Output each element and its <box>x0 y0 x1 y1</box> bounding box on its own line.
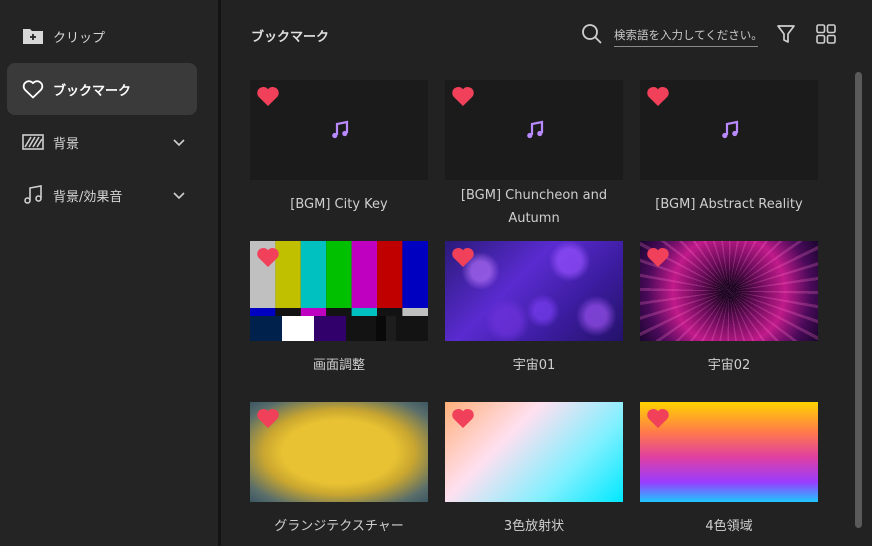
thumbnail[interactable] <box>445 241 623 341</box>
chevron-down-icon[interactable] <box>171 187 187 203</box>
card-caption: [BGM] Chuncheon and Autumn <box>460 188 608 226</box>
thumbnail[interactable] <box>640 402 818 502</box>
thumbnail[interactable] <box>445 80 623 180</box>
music-note-icon <box>527 120 544 139</box>
sidebar-item-clips[interactable]: クリップ <box>7 10 197 62</box>
folder-plus-icon <box>23 29 43 44</box>
heart-icon[interactable] <box>256 246 280 268</box>
thumbnail[interactable] <box>640 80 818 180</box>
heart-icon[interactable] <box>646 246 670 268</box>
search-input[interactable] <box>614 24 758 47</box>
media-card[interactable]: [BGM] City Key <box>250 80 428 212</box>
grid-view-icon[interactable] <box>815 23 837 45</box>
heart-icon[interactable] <box>256 407 280 429</box>
thumbnail[interactable] <box>250 241 428 341</box>
media-card[interactable]: 4色領域 <box>640 402 818 542</box>
card-caption: 4色領域 <box>705 519 753 534</box>
music-note-icon <box>722 120 739 139</box>
thumbnail[interactable] <box>640 241 818 341</box>
media-card[interactable]: 宇宙01 <box>445 241 623 381</box>
page-title: ブックマーク <box>251 30 330 45</box>
heart-icon[interactable] <box>646 85 670 107</box>
heart-icon[interactable] <box>451 246 475 268</box>
media-card[interactable]: グランジテクスチャー <box>250 402 428 542</box>
heart-outline-icon <box>22 80 44 99</box>
heart-icon[interactable] <box>256 85 280 107</box>
card-caption: 宇宙02 <box>707 358 751 373</box>
thumbnail[interactable] <box>250 402 428 502</box>
sidebar-item-backgrounds[interactable]: 背景 <box>7 116 197 168</box>
card-caption: 3色放射状 <box>503 519 565 534</box>
card-caption: グランジテクスチャー <box>274 519 404 534</box>
sidebar-item-bookmarks[interactable]: ブックマーク <box>7 63 197 115</box>
media-card[interactable]: [BGM] Chuncheon and Autumn <box>445 80 623 230</box>
heart-icon[interactable] <box>451 407 475 429</box>
heart-icon[interactable] <box>451 85 475 107</box>
sidebar: クリップ ブックマーク 背景 背景/効果音 <box>0 0 218 546</box>
thumbnail[interactable] <box>250 80 428 180</box>
heart-icon[interactable] <box>646 407 670 429</box>
sidebar-item-bgm-sfx[interactable]: 背景/効果音 <box>7 169 197 221</box>
sidebar-item-label: クリップ <box>53 30 106 46</box>
sidebar-divider <box>218 0 221 546</box>
media-card[interactable]: [BGM] Abstract Reality <box>640 80 818 212</box>
card-caption: 宇宙01 <box>512 358 556 373</box>
striped-background-icon <box>22 134 44 150</box>
thumbnail[interactable] <box>445 402 623 502</box>
media-card[interactable]: 画面調整 <box>250 241 428 381</box>
sidebar-item-label: 背景 <box>53 136 80 152</box>
card-caption: [BGM] Abstract Reality <box>655 197 803 212</box>
scrollbar-thumb[interactable] <box>855 72 862 528</box>
sidebar-item-label: 背景/効果音 <box>53 189 123 205</box>
media-card[interactable]: 宇宙02 <box>640 241 818 381</box>
media-card[interactable]: 3色放射状 <box>445 402 623 542</box>
filter-icon[interactable] <box>776 23 796 45</box>
card-caption: [BGM] City Key <box>290 197 388 212</box>
sidebar-item-label: ブックマーク <box>53 83 132 99</box>
chevron-down-icon[interactable] <box>171 134 187 150</box>
music-note-icon <box>24 185 42 204</box>
card-caption: 画面調整 <box>312 358 365 373</box>
search-icon[interactable] <box>581 23 603 45</box>
music-note-icon <box>332 120 349 139</box>
